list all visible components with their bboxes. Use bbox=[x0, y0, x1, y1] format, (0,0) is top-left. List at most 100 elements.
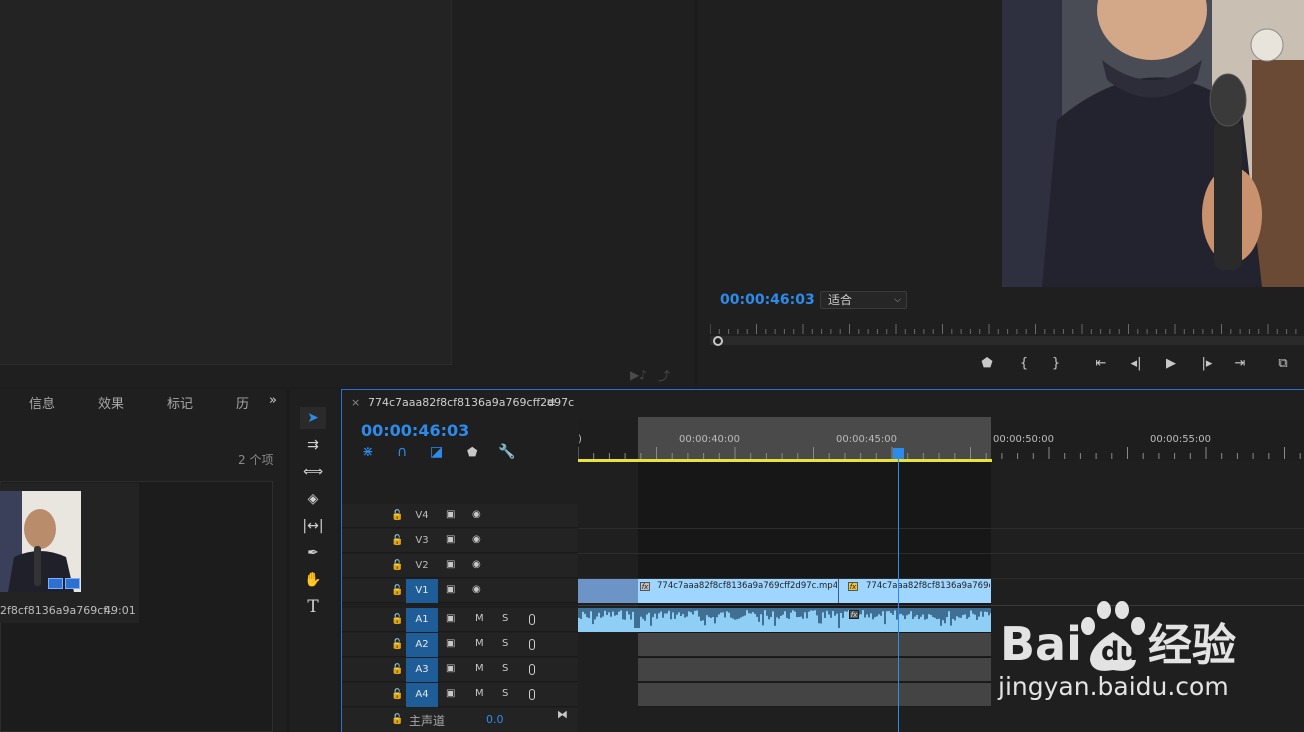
lock-icon[interactable]: 🔓 bbox=[391, 664, 403, 675]
lock-icon[interactable]: 🔓 bbox=[391, 535, 403, 546]
eye-icon[interactable]: ◉ bbox=[472, 559, 481, 570]
clip-duration: 49:01 bbox=[104, 604, 136, 617]
tab-history[interactable]: 历 bbox=[236, 393, 249, 412]
export-frame-icon[interactable]: ⧉ bbox=[1273, 356, 1293, 372]
sync-lock-icon[interactable]: ▣ bbox=[446, 613, 455, 624]
track-name[interactable]: V3 bbox=[406, 529, 438, 553]
track-header-a2[interactable]: 🔓 A2 ▣ M S bbox=[342, 633, 578, 657]
lock-icon[interactable]: 🔓 bbox=[391, 560, 403, 571]
close-icon[interactable]: × bbox=[351, 396, 360, 409]
sync-lock-icon[interactable]: ▣ bbox=[446, 638, 455, 649]
track-name[interactable]: A2 bbox=[406, 633, 438, 657]
track-header-v2[interactable]: 🔓 V2 ▣ ◉ bbox=[342, 554, 578, 578]
microphone-icon[interactable] bbox=[529, 664, 535, 675]
pen-tool-icon[interactable]: ✒ bbox=[300, 542, 326, 564]
razor-tool-icon[interactable]: ◈ bbox=[300, 488, 326, 510]
master-volume-value[interactable]: 0.0 bbox=[486, 713, 504, 726]
linked-selection-icon[interactable]: ◪ bbox=[430, 444, 443, 460]
mute-button[interactable]: M bbox=[475, 663, 484, 674]
add-marker-icon[interactable]: ⬟ bbox=[467, 445, 477, 459]
program-scrollbar[interactable] bbox=[710, 336, 1304, 346]
solo-button[interactable]: S bbox=[502, 688, 508, 699]
sync-lock-icon[interactable]: ▣ bbox=[446, 584, 455, 595]
playhead-handle[interactable] bbox=[893, 448, 904, 459]
eye-icon[interactable]: ◉ bbox=[472, 534, 481, 545]
ruler-edge-mark: ) bbox=[578, 434, 582, 445]
fx-badge-icon: fx bbox=[849, 610, 859, 619]
track-header-v1[interactable]: 🔓 V1 ▣ ◉ bbox=[342, 579, 578, 603]
tab-markers[interactable]: 标记 bbox=[167, 393, 193, 412]
track-name[interactable]: V4 bbox=[406, 504, 438, 528]
panel-menu-icon[interactable]: ≡ bbox=[546, 395, 556, 409]
track-name[interactable]: A4 bbox=[406, 683, 438, 707]
slip-tool-icon[interactable]: |↔| bbox=[300, 515, 326, 537]
video-clip[interactable] bbox=[578, 579, 638, 603]
solo-button[interactable]: S bbox=[502, 663, 508, 674]
sync-lock-icon[interactable]: ▣ bbox=[446, 688, 455, 699]
export-icon[interactable]: ⤴ bbox=[658, 367, 670, 384]
step-back-icon[interactable]: ◂| bbox=[1126, 356, 1146, 372]
solo-button[interactable]: S bbox=[502, 613, 508, 624]
double-chevron-right-icon[interactable]: » bbox=[269, 393, 277, 408]
lock-icon[interactable]: 🔓 bbox=[391, 639, 403, 650]
ripple-edit-tool-icon[interactable]: ⟺ bbox=[300, 461, 326, 483]
tab-info[interactable]: 信息 bbox=[29, 393, 55, 412]
fit-dropdown[interactable]: 适合 ⌵ bbox=[820, 291, 907, 309]
microphone-icon[interactable] bbox=[529, 614, 535, 625]
track-name[interactable]: V2 bbox=[406, 554, 438, 578]
mark-out-icon[interactable]: } bbox=[1046, 356, 1066, 372]
timeline-timecode[interactable]: 00:00:46:03 bbox=[361, 421, 469, 440]
mute-button[interactable]: M bbox=[475, 688, 484, 699]
track-select-tool-icon[interactable]: ⇉ bbox=[300, 434, 326, 456]
step-forward-icon[interactable]: |▸ bbox=[1197, 356, 1217, 372]
lock-icon[interactable]: 🔓 bbox=[391, 714, 403, 725]
mute-button[interactable]: M bbox=[475, 638, 484, 649]
mark-in-icon[interactable]: { bbox=[1014, 356, 1034, 372]
item-count: 2 个项 bbox=[238, 453, 274, 467]
sequence-tab-title[interactable]: 774c7aaa82f8cf8136a9a769cff2d97c bbox=[368, 396, 574, 409]
microphone-icon[interactable] bbox=[529, 639, 535, 650]
solo-button[interactable]: S bbox=[502, 638, 508, 649]
microphone-icon[interactable] bbox=[529, 689, 535, 700]
track-name[interactable]: A1 bbox=[406, 608, 438, 632]
mute-button[interactable]: M bbox=[475, 613, 484, 624]
playhead-knob[interactable] bbox=[713, 336, 723, 346]
lock-icon[interactable]: 🔓 bbox=[391, 689, 403, 700]
audio-clip[interactable] bbox=[578, 608, 991, 632]
play-icon[interactable]: ▶ bbox=[1161, 356, 1181, 372]
track-name[interactable]: V1 bbox=[406, 579, 438, 603]
track-header-a1[interactable]: 🔓 A1 ▣ M S bbox=[342, 608, 578, 632]
snap-magnet-icon[interactable]: ∩ bbox=[397, 444, 407, 460]
hand-tool-icon[interactable]: ✋ bbox=[300, 569, 326, 591]
type-tool-icon[interactable]: T bbox=[300, 596, 326, 618]
lock-icon[interactable]: 🔓 bbox=[391, 585, 403, 596]
track-header-v3[interactable]: 🔓 V3 ▣ ◉ bbox=[342, 529, 578, 553]
chevron-down-icon: ⌵ bbox=[894, 295, 901, 305]
nest-icon[interactable]: ⋇ bbox=[362, 444, 374, 460]
sync-lock-icon[interactable]: ▣ bbox=[446, 509, 455, 520]
lock-icon[interactable]: 🔓 bbox=[391, 614, 403, 625]
sync-lock-icon[interactable]: ▣ bbox=[446, 534, 455, 545]
bowtie-icon[interactable]: ⧓ bbox=[557, 708, 568, 721]
go-to-out-icon[interactable]: ⇥ bbox=[1230, 356, 1250, 372]
track-header-a4[interactable]: 🔓 A4 ▣ M S bbox=[342, 683, 578, 707]
selection-tool-icon[interactable]: ➤ bbox=[300, 407, 326, 429]
audio-toggle-icon[interactable]: ▶♪ bbox=[630, 368, 647, 382]
go-to-in-icon[interactable]: ⇤ bbox=[1091, 356, 1111, 372]
sync-lock-icon[interactable]: ▣ bbox=[446, 559, 455, 570]
eye-icon[interactable]: ◉ bbox=[472, 509, 481, 520]
eye-icon[interactable]: ◉ bbox=[472, 584, 481, 595]
marker-icon[interactable]: ⬟ bbox=[977, 356, 997, 372]
clip-badges bbox=[48, 578, 80, 590]
ruler-label: 00:00:55:00 bbox=[1150, 434, 1212, 445]
track-header-a3[interactable]: 🔓 A3 ▣ M S bbox=[342, 658, 578, 682]
tab-effects[interactable]: 效果 bbox=[98, 393, 124, 412]
track-name[interactable]: A3 bbox=[406, 658, 438, 682]
track-header-v4[interactable]: 🔓 V4 ▣ ◉ bbox=[342, 504, 578, 528]
wrench-icon[interactable]: 🔧 bbox=[498, 444, 515, 460]
sync-lock-icon[interactable]: ▣ bbox=[446, 663, 455, 674]
lock-icon[interactable]: 🔓 bbox=[391, 510, 403, 521]
program-timecode[interactable]: 00:00:46:03 bbox=[720, 292, 815, 308]
clip-thumbnail[interactable] bbox=[0, 491, 81, 592]
playhead-line[interactable] bbox=[898, 455, 899, 732]
